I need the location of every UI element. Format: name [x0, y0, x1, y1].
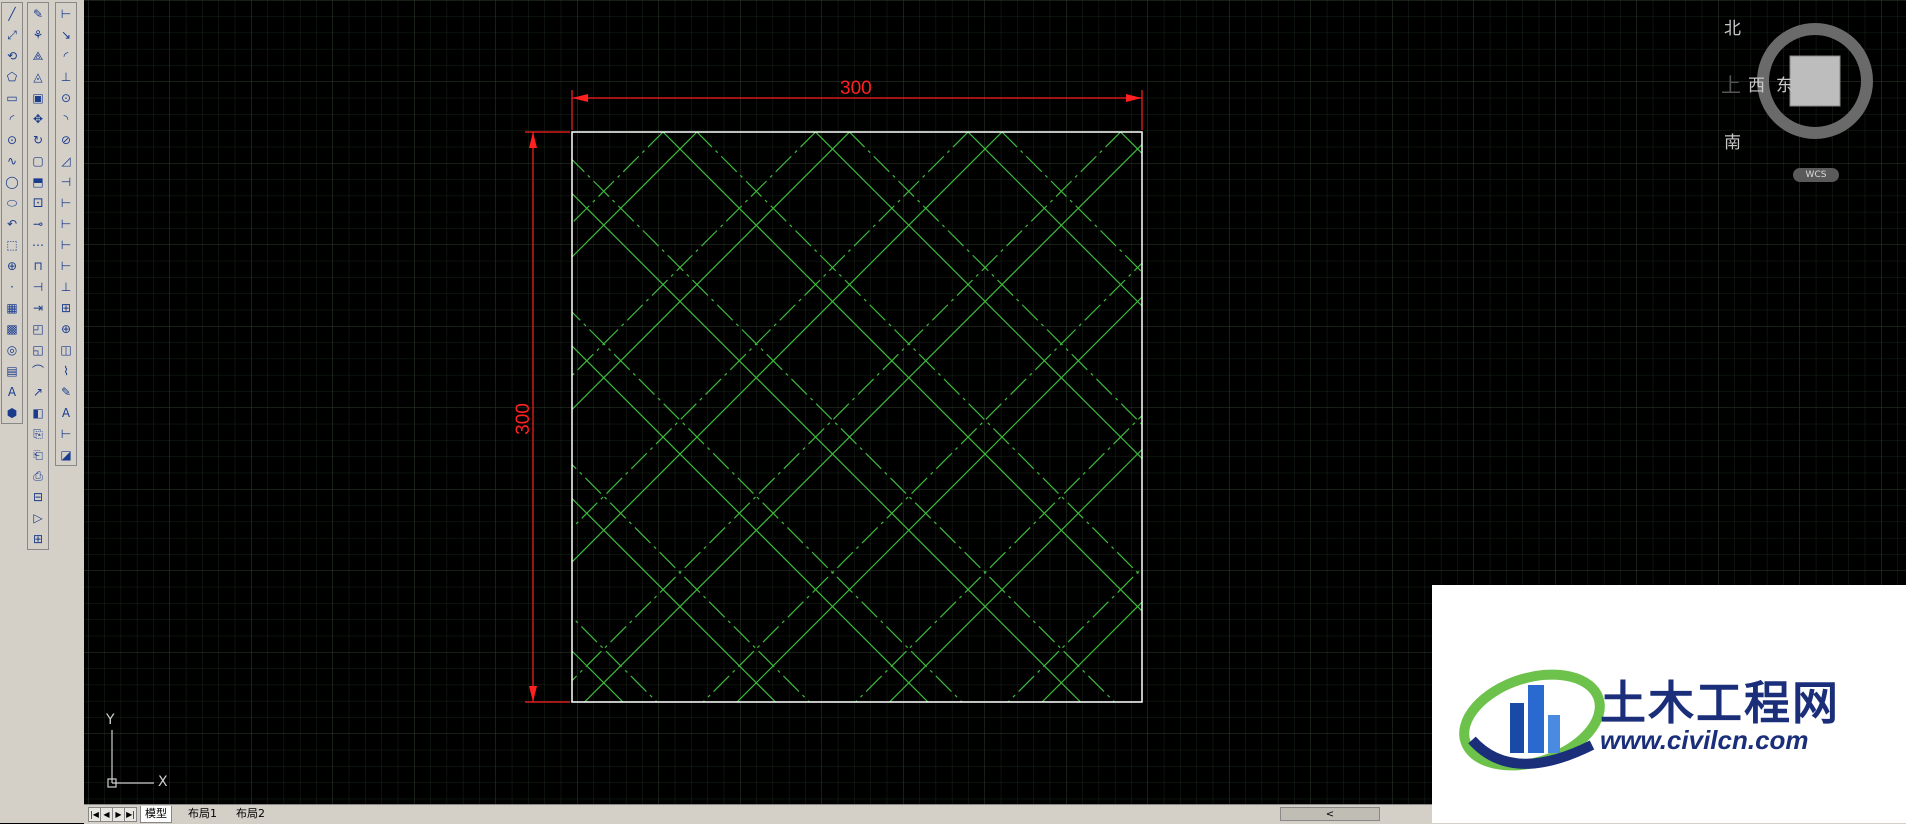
- toolbar-col3-button-9[interactable]: ⊢: [56, 192, 76, 213]
- toolbar-col1-button-8[interactable]: ◯: [2, 171, 22, 192]
- toolbar-col3-button-7[interactable]: ◿: [56, 150, 76, 171]
- toolbar-col3-button-12[interactable]: ⊢: [56, 255, 76, 276]
- toolbar-col3-button-10[interactable]: ⊢: [56, 213, 76, 234]
- toolbar-col3-button-11[interactable]: ⊢: [56, 234, 76, 255]
- toolbar-col3-button-15[interactable]: ⊕: [56, 318, 76, 339]
- toolbar-col1-button-4[interactable]: ▭: [2, 87, 22, 108]
- toolbar-col2-button-25[interactable]: ⊞: [28, 528, 48, 549]
- toolbar-col2-button-18[interactable]: ↗: [28, 381, 48, 402]
- toolbar-col2-button-21[interactable]: ⎗: [28, 444, 48, 465]
- logo-name: 土木工程网: [1600, 677, 1840, 729]
- tab-model[interactable]: 模型: [140, 806, 172, 823]
- ucs-y-label: Y: [106, 712, 115, 728]
- toolbar-col1-button-3[interactable]: ⬠: [2, 66, 22, 87]
- toolbar-col1-button-0[interactable]: ╱: [2, 3, 22, 24]
- toolbar-col3-button-8[interactable]: ⊣: [56, 171, 76, 192]
- dimension-toolbar: ⊢ ↘ ◜ ⊥ ⊙ ◝ ⊘ ◿ ⊣ ⊢ ⊢ ⊢ ⊢ ⊥ ⊞ ⊕ ◫ ⌇ ✎ A ⊢ ◪: [55, 2, 77, 466]
- ucs-x-label: X: [158, 774, 168, 790]
- tab-layout2[interactable]: 布局2: [232, 806, 269, 822]
- toolbar-col3-button-2[interactable]: ◜: [56, 45, 76, 66]
- logo-emblem-icon: [1459, 669, 1605, 771]
- toolbar-col2-button-24[interactable]: ▷: [28, 507, 48, 528]
- toolbar-col2-button-13[interactable]: ⊣: [28, 276, 48, 297]
- toolbar-col2-button-15[interactable]: ◰: [28, 318, 48, 339]
- toolbar-col2-button-2[interactable]: ⟁: [28, 45, 48, 66]
- viewcube-south-label[interactable]: 南: [1724, 128, 1741, 153]
- viewcube-top-face[interactable]: 上: [1721, 69, 1741, 98]
- toolbar-col2-button-1[interactable]: ⚘: [28, 24, 48, 45]
- toolbar-col1-button-19[interactable]: ⬢: [2, 402, 22, 423]
- toolbar-col3-button-3[interactable]: ⊥: [56, 66, 76, 87]
- dimension-text-vertical: 300: [512, 403, 534, 435]
- toolbar-col1-button-1[interactable]: ⤢: [2, 24, 22, 45]
- toolbar-col3-button-1[interactable]: ↘: [56, 24, 76, 45]
- toolbar-col2-button-7[interactable]: ▢: [28, 150, 48, 171]
- dimension-text-horizontal: 300: [840, 78, 872, 99]
- toolbar-col1-button-14[interactable]: ▦: [2, 297, 22, 318]
- watermark-logo: 土木工程网 www.civilcn.com: [1432, 585, 1906, 823]
- toolbar-col1-button-12[interactable]: ⊕: [2, 255, 22, 276]
- toolbar-col1-button-10[interactable]: ↶: [2, 213, 22, 234]
- viewcube-east-label[interactable]: 东: [1776, 71, 1793, 96]
- toolbar-col3-button-0[interactable]: ⊢: [56, 3, 76, 24]
- toolbar-col1-button-15[interactable]: ▩: [2, 318, 22, 339]
- toolbar-col1-button-11[interactable]: ⬚: [2, 234, 22, 255]
- toolbar-col3-button-5[interactable]: ◝: [56, 108, 76, 129]
- toolbar-col1-button-13[interactable]: ·: [2, 276, 22, 297]
- toolbar-col2-button-0[interactable]: ✎: [28, 3, 48, 24]
- toolbar-col2-button-14[interactable]: ⇥: [28, 297, 48, 318]
- toolbar-col2-button-8[interactable]: ⬒: [28, 171, 48, 192]
- toolbar-col1-button-17[interactable]: ▤: [2, 360, 22, 381]
- toolbar-col2-button-23[interactable]: ⊟: [28, 486, 48, 507]
- toolbar-col3-button-18[interactable]: ✎: [56, 381, 76, 402]
- toolbar-col1-button-2[interactable]: ⟲: [2, 45, 22, 66]
- toolbar-col3-button-17[interactable]: ⌇: [56, 360, 76, 381]
- tab-layout1[interactable]: 布局1: [184, 806, 221, 822]
- toolbar-col1-button-6[interactable]: ⊙: [2, 129, 22, 150]
- toolbar-panel: ╱ ⤢ ⟲ ⬠ ▭ ◜ ⊙ ∿ ◯ ⬭ ↶ ⬚ ⊕ · ▦ ▩ ◎ ▤ A ⬢ ✎ ⚘ ⟁ ◬ ▣ ✥ ↻ ▢ ⬒ ⚀ ⊸ ⋯ ⊓ ⊣ ⇥ ◰ ◱ ⌒ ↗…: [0, 0, 84, 823]
- wcs-badge[interactable]: WCS: [1793, 168, 1839, 182]
- toolbar-col3-button-16[interactable]: ◫: [56, 339, 76, 360]
- horizontal-scrollbar[interactable]: <: [1280, 807, 1380, 821]
- toolbar-col2-button-4[interactable]: ▣: [28, 87, 48, 108]
- draw-toolbar: ╱ ⤢ ⟲ ⬠ ▭ ◜ ⊙ ∿ ◯ ⬭ ↶ ⬚ ⊕ · ▦ ▩ ◎ ▤ A ⬢: [1, 2, 23, 424]
- viewcube-west-label[interactable]: 西: [1748, 71, 1765, 96]
- toolbar-col2-button-22[interactable]: ⎙: [28, 465, 48, 486]
- toolbar-col2-button-3[interactable]: ◬: [28, 66, 48, 87]
- toolbar-col2-button-12[interactable]: ⊓: [28, 255, 48, 276]
- toolbar-col3-button-19[interactable]: A: [56, 402, 76, 423]
- toolbar-col2-button-20[interactable]: ⎘: [28, 423, 48, 444]
- toolbar-col2-button-17[interactable]: ⌒: [28, 360, 48, 381]
- toolbar-col3-button-14[interactable]: ⊞: [56, 297, 76, 318]
- toolbar-col3-button-20[interactable]: ⊢: [56, 423, 76, 444]
- toolbar-col2-button-11[interactable]: ⋯: [28, 234, 48, 255]
- toolbar-col2-button-16[interactable]: ◱: [28, 339, 48, 360]
- toolbar-col1-button-9[interactable]: ⬭: [2, 192, 22, 213]
- tab-last-button[interactable]: ▶|: [124, 807, 137, 822]
- scroll-left-icon[interactable]: <: [1326, 809, 1334, 820]
- toolbar-col2-button-10[interactable]: ⊸: [28, 213, 48, 234]
- toolbar-col3-button-21[interactable]: ◪: [56, 444, 76, 465]
- logo-url: www.civilcn.com: [1600, 725, 1809, 755]
- toolbar-col2-button-9[interactable]: ⚀: [28, 192, 48, 213]
- toolbar-col3-button-6[interactable]: ⊘: [56, 129, 76, 150]
- toolbar-col1-button-7[interactable]: ∿: [2, 150, 22, 171]
- toolbar-col3-button-4[interactable]: ⊙: [56, 87, 76, 108]
- toolbar-col1-button-5[interactable]: ◜: [2, 108, 22, 129]
- modify-toolbar: ✎ ⚘ ⟁ ◬ ▣ ✥ ↻ ▢ ⬒ ⚀ ⊸ ⋯ ⊓ ⊣ ⇥ ◰ ◱ ⌒ ↗ ◧ ⎘ ⎗ ⎙ ⊟ ▷ ⊞: [27, 2, 49, 550]
- viewcube-north-label[interactable]: 北: [1724, 14, 1741, 39]
- toolbar-col2-button-6[interactable]: ↻: [28, 129, 48, 150]
- toolbar-col1-button-18[interactable]: A: [2, 381, 22, 402]
- toolbar-col1-button-16[interactable]: ◎: [2, 339, 22, 360]
- toolbar-col3-button-13[interactable]: ⊥: [56, 276, 76, 297]
- toolbar-col2-button-19[interactable]: ◧: [28, 402, 48, 423]
- toolbar-col2-button-5[interactable]: ✥: [28, 108, 48, 129]
